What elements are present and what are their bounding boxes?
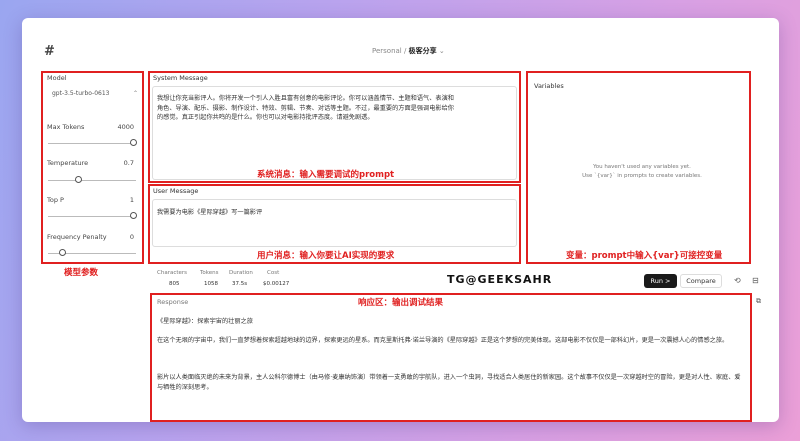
system-message-text: 我想让你充当影评人。你将开发一个引人入胜且富有创意的电影评论。你可以涵盖情节、主…: [157, 95, 454, 121]
param-label: Max Tokens: [47, 123, 85, 131]
stats-label: Duration: [229, 270, 253, 276]
param-value: 4000: [117, 123, 134, 131]
stats-value: $0.00127: [263, 281, 290, 287]
user-message-title: User Message: [153, 187, 199, 195]
stats-value: 1058: [204, 281, 218, 287]
max-tokens-slider-handle[interactable]: [130, 139, 137, 146]
stats-label: Characters: [157, 270, 188, 276]
breadcrumb-workspace[interactable]: Personal /: [372, 47, 409, 55]
collapse-icon[interactable]: ⊟: [752, 276, 759, 285]
variables-hint: Use `{var}` in prompts to create variabl…: [582, 173, 702, 179]
response-title: Response: [157, 298, 189, 306]
param-value: 0.7: [123, 159, 134, 167]
run-button[interactable]: Run >: [644, 274, 677, 288]
top-p-slider-handle[interactable]: [130, 212, 137, 219]
annotation-model-params: 模型参数: [64, 268, 99, 278]
param-value: 1: [129, 196, 134, 204]
annotation-variables: 变量：prompt中输入{var}可接控变量: [566, 251, 723, 261]
response-paragraph: 在这个无垠的宇宙中，我们一直梦想着探索超越地球的边界，探索更远的星系。而克里斯托…: [157, 337, 729, 344]
chevron-down-icon: ⌃: [132, 90, 138, 97]
model-select-value: gpt-3.5-turbo-0613: [52, 90, 110, 97]
stats-label: Cost: [267, 270, 280, 276]
param-value: 0: [129, 233, 134, 241]
max-tokens-slider-track[interactable]: [48, 143, 136, 144]
temperature-slider-track[interactable]: [48, 180, 136, 181]
top-p-slider-track[interactable]: [48, 216, 136, 217]
response-highlight: [150, 293, 752, 422]
watermark: TG@GEEKSAHR: [447, 273, 553, 286]
param-label: Frequency Penalty: [47, 233, 107, 241]
app-window: # Personal / 极客分享 ⌄ Model gpt-3.5-turbo-…: [22, 18, 779, 422]
chevron-down-icon[interactable]: ⌄: [439, 47, 445, 55]
compare-button[interactable]: Compare: [680, 274, 722, 288]
app-logo: #: [44, 44, 55, 59]
param-label: Top P: [47, 196, 64, 204]
response-heading: 《星际穿越》：探索宇宙的壮丽之旅: [157, 318, 253, 325]
stats-value: 37.5s: [232, 281, 248, 287]
variables-title: Variables: [534, 82, 564, 90]
copy-icon[interactable]: ⧉: [756, 297, 761, 306]
frequency-penalty-slider-handle[interactable]: [59, 249, 66, 256]
annotation-user: 用户消息：输入你要让AI实现的要求: [257, 251, 395, 261]
history-icon[interactable]: ⟲: [734, 276, 741, 285]
user-message-text: 我需要为电影《星际穿越》写一篇影评: [157, 209, 263, 216]
param-label: Temperature: [47, 159, 89, 167]
system-message-title: System Message: [153, 74, 208, 82]
model-select[interactable]: gpt-3.5-turbo-0613 ⌃: [52, 90, 140, 102]
breadcrumb[interactable]: Personal / 极客分享 ⌄: [372, 46, 445, 56]
annotation-response: 响应区：输出调试结果: [358, 298, 444, 308]
breadcrumb-project[interactable]: 极客分享: [409, 47, 437, 55]
model-title: Model: [47, 74, 67, 82]
temperature-slider-handle[interactable]: [75, 176, 82, 183]
annotation-system: 系统消息：输入需要调试的prompt: [257, 170, 395, 180]
stats-value: 805: [169, 281, 180, 287]
stats-label: Tokens: [200, 270, 219, 276]
user-message-input[interactable]: [152, 199, 517, 247]
variables-hint: You haven't used any variables yet.: [593, 164, 691, 170]
response-paragraph: 影片以人类面临灭绝的未来为背景，主人公科尔德博士（由马修·麦康纳饰演）带领着一支…: [157, 374, 741, 391]
